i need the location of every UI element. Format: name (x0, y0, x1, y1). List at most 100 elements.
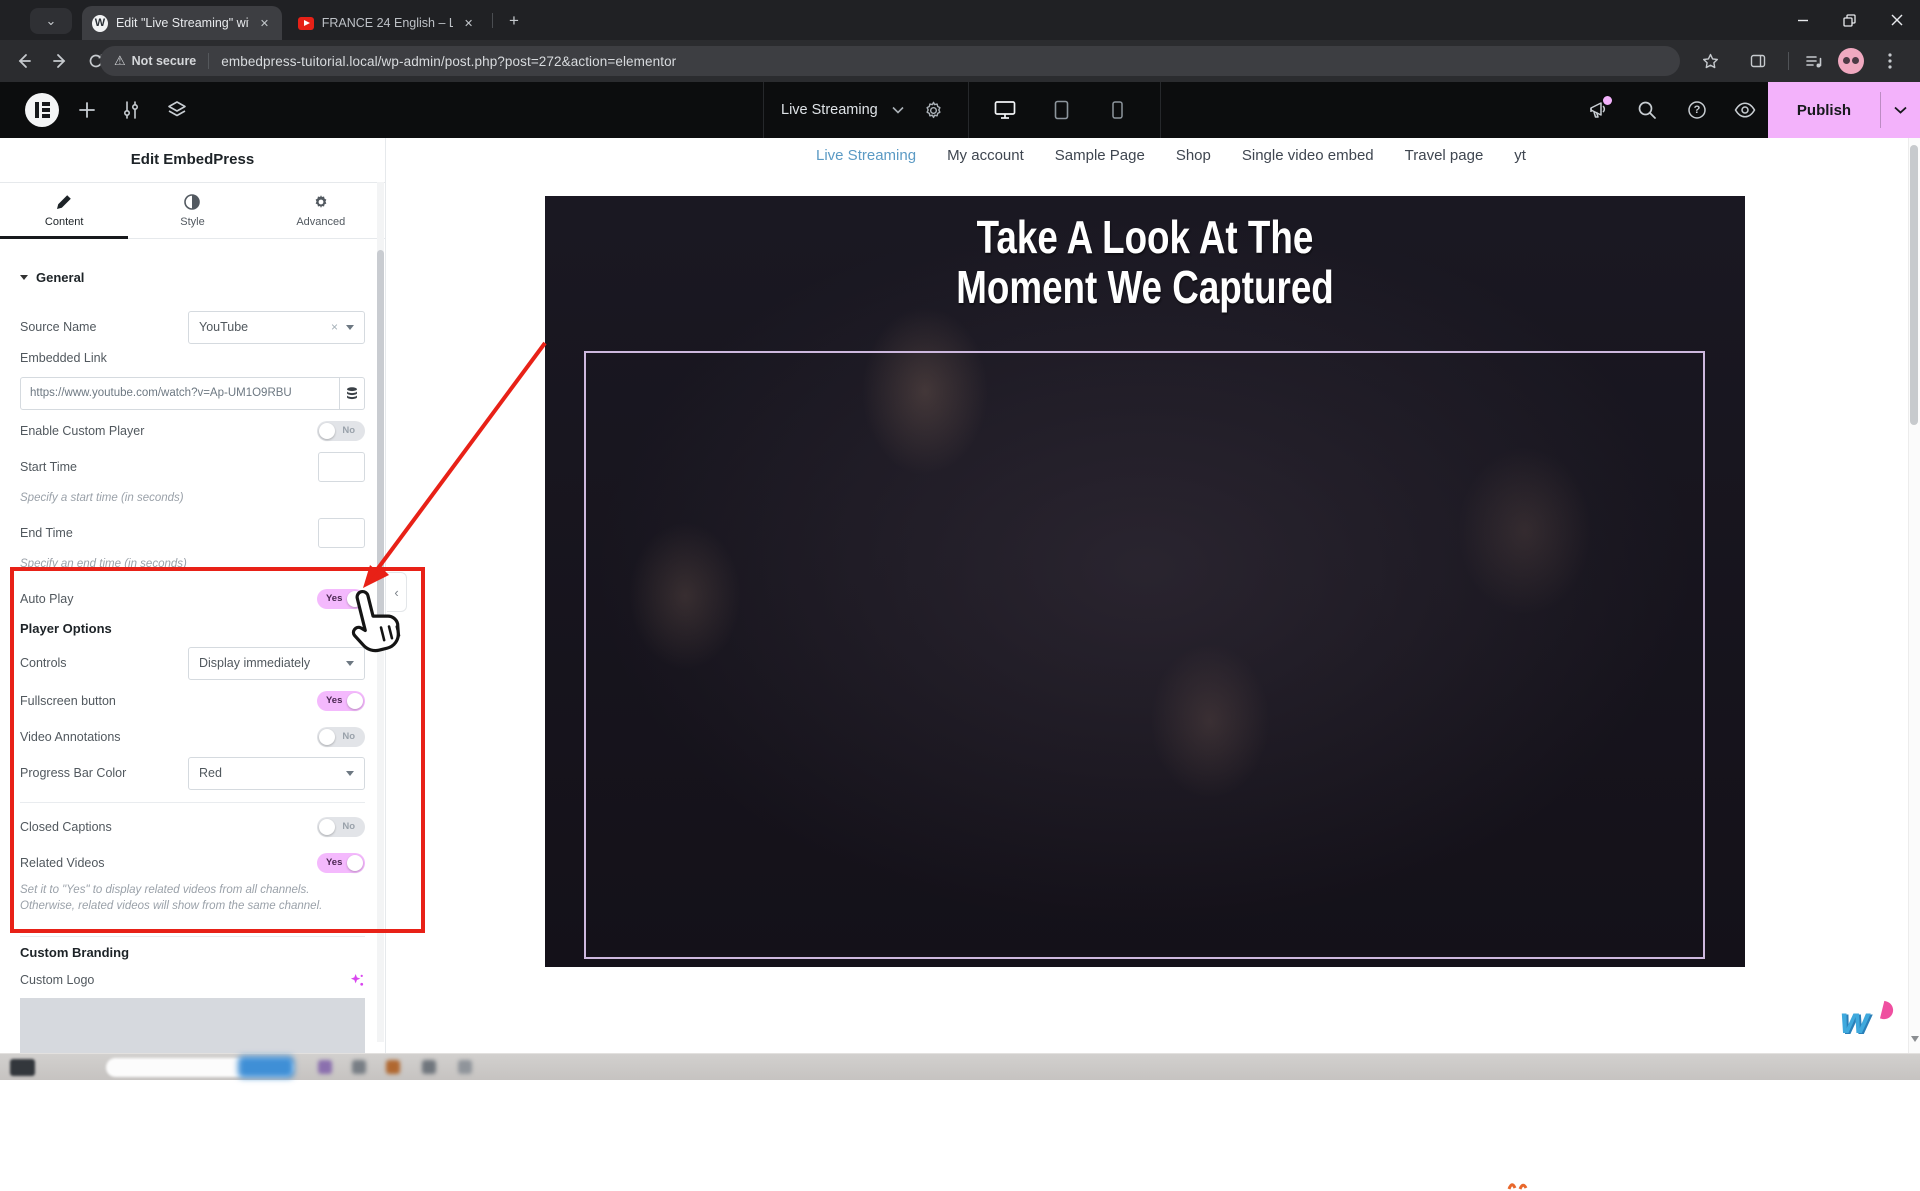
nav-live-streaming[interactable]: Live Streaming (816, 147, 916, 164)
start-button[interactable] (10, 1059, 35, 1076)
publish-button[interactable]: Publish (1768, 82, 1880, 138)
field-label: Fullscreen button (20, 694, 116, 708)
nav-travel-page[interactable]: Travel page (1405, 147, 1484, 164)
document-name: Live Streaming (781, 102, 878, 118)
field-label: Custom Logo (20, 973, 94, 987)
media-queue-icon[interactable] (1802, 49, 1826, 73)
structure-layers-icon[interactable] (166, 99, 188, 121)
elementor-top-bar: Live Streaming ? (0, 82, 1920, 138)
panel-collapse-handle[interactable]: ‹ (387, 572, 407, 612)
side-panel-icon[interactable] (1746, 49, 1770, 73)
toggle-state: Yes (326, 695, 342, 706)
embedded-video-widget[interactable] (584, 351, 1705, 959)
windows-taskbar[interactable] (0, 1053, 1920, 1080)
help-icon[interactable]: ? (1686, 99, 1708, 121)
browser-tab-strip: ⌄ W Edit "Live Streaming" with Elem ✕ FR… (0, 0, 1920, 40)
heading-line-2: Moment We Captured (665, 262, 1625, 312)
new-tab-button[interactable]: + (502, 9, 526, 33)
url-bar[interactable]: ⚠ Not secure embedpress-tuitorial.local/… (100, 46, 1680, 76)
window-close-button[interactable] (1873, 0, 1920, 40)
field-label: Video Annotations (20, 730, 121, 744)
toggle-knob (319, 729, 335, 745)
field-video-annotations: Video Annotations No (20, 720, 365, 754)
nav-yt[interactable]: yt (1514, 147, 1526, 164)
field-label: Progress Bar Color (20, 766, 126, 780)
fullscreen-toggle[interactable]: Yes (317, 691, 365, 711)
taskbar-app-icon[interactable] (352, 1060, 366, 1074)
tab-search-button[interactable]: ⌄ (30, 8, 72, 34)
nav-single-video-embed[interactable]: Single video embed (1242, 147, 1374, 164)
nav-sample-page[interactable]: Sample Page (1055, 147, 1145, 164)
taskbar-app-icon[interactable] (458, 1060, 472, 1074)
elementor-logo[interactable] (25, 93, 59, 127)
pencil-icon (56, 194, 72, 210)
related-videos-toggle[interactable]: Yes (317, 853, 365, 873)
avatar-eye (1843, 57, 1850, 64)
bookmark-star-icon[interactable] (1698, 49, 1722, 73)
document-switcher[interactable]: Live Streaming (781, 82, 904, 138)
toggle-state: No (342, 425, 355, 436)
browser-tab-inactive[interactable]: FRANCE 24 English – LIVE – Inte ✕ (288, 6, 486, 40)
profile-avatar[interactable] (1838, 48, 1864, 74)
device-mobile-icon[interactable] (1102, 82, 1132, 138)
forward-icon[interactable] (48, 49, 72, 73)
tab-content[interactable]: Content (0, 183, 128, 238)
toggle-knob (347, 591, 363, 607)
section-general[interactable]: General (20, 270, 84, 285)
tab-close-icon[interactable]: ✕ (257, 15, 272, 31)
panel-scrollbar-thumb[interactable] (377, 250, 384, 640)
closed-captions-toggle[interactable]: No (317, 817, 365, 837)
controls-select[interactable]: Display immediately (188, 647, 365, 680)
end-time-help: Specify an end time (in seconds) (20, 556, 365, 572)
nav-shop[interactable]: Shop (1176, 147, 1211, 164)
question-glyph: ? (1694, 104, 1701, 116)
browser-menu-kebab-icon[interactable] (1878, 49, 1902, 73)
device-desktop-icon[interactable] (990, 82, 1020, 138)
device-tablet-icon[interactable] (1046, 82, 1076, 138)
tab-close-icon[interactable]: ✕ (461, 15, 476, 31)
add-element-icon[interactable] (76, 99, 98, 121)
finder-search-icon[interactable] (1636, 99, 1658, 121)
tab-divider (492, 13, 493, 28)
wordpress-favicon-icon: W (92, 15, 108, 32)
scrollbar-down-arrow[interactable] (1911, 1036, 1919, 1042)
ai-sparkle-icon[interactable] (350, 973, 365, 988)
page-scrollbar-thumb[interactable] (1910, 145, 1918, 425)
notification-dot (1603, 96, 1612, 105)
window-restore-button[interactable] (1826, 0, 1873, 40)
section-caret-icon (20, 275, 28, 280)
clear-icon[interactable]: × (331, 320, 338, 334)
whats-new-megaphone-icon[interactable] (1588, 99, 1610, 121)
custom-logo-media-box[interactable] (20, 998, 365, 1053)
url-text: embedpress-tuitorial.local/wp-admin/post… (221, 54, 676, 69)
video-annotations-toggle[interactable]: No (317, 727, 365, 747)
taskbar-app-icon[interactable] (386, 1060, 400, 1074)
field-fullscreen: Fullscreen button Yes (20, 684, 365, 718)
publish-options-chevron[interactable] (1881, 82, 1920, 138)
end-time-input[interactable] (318, 518, 365, 548)
field-label: Embedded Link (20, 351, 107, 365)
auto-play-toggle[interactable]: Yes (317, 589, 365, 609)
enable-custom-player-toggle[interactable]: No (317, 421, 365, 441)
select-caret-icon (346, 771, 354, 776)
browser-tab-active[interactable]: W Edit "Live Streaming" with Elem ✕ (82, 6, 282, 40)
not-secure-badge[interactable]: Not secure (132, 54, 197, 68)
window-minimize-button[interactable] (1779, 0, 1826, 40)
taskbar-app-icon[interactable] (422, 1060, 436, 1074)
heading-label: Player Options (20, 621, 112, 636)
progress-bar-color-select[interactable]: Red (188, 757, 365, 790)
document-settings-gear-icon[interactable] (922, 99, 944, 121)
tab-style[interactable]: Style (128, 183, 256, 238)
source-name-select[interactable]: YouTube × (188, 311, 365, 344)
start-time-input[interactable] (318, 452, 365, 482)
site-settings-sliders-icon[interactable] (120, 99, 142, 121)
taskbar-app-icon[interactable] (318, 1060, 332, 1074)
select-value: Display immediately (199, 656, 346, 670)
embedded-link-input[interactable]: https://www.youtube.com/watch?v=Ap-UM1O9… (20, 377, 340, 410)
dynamic-source-button[interactable] (340, 377, 365, 410)
nav-my-account[interactable]: My account (947, 147, 1024, 164)
related-videos-help: Set it to "Yes" to display related video… (20, 882, 365, 914)
tab-advanced[interactable]: Advanced (257, 183, 385, 238)
preview-eye-icon[interactable] (1734, 99, 1756, 121)
back-icon[interactable] (12, 49, 36, 73)
